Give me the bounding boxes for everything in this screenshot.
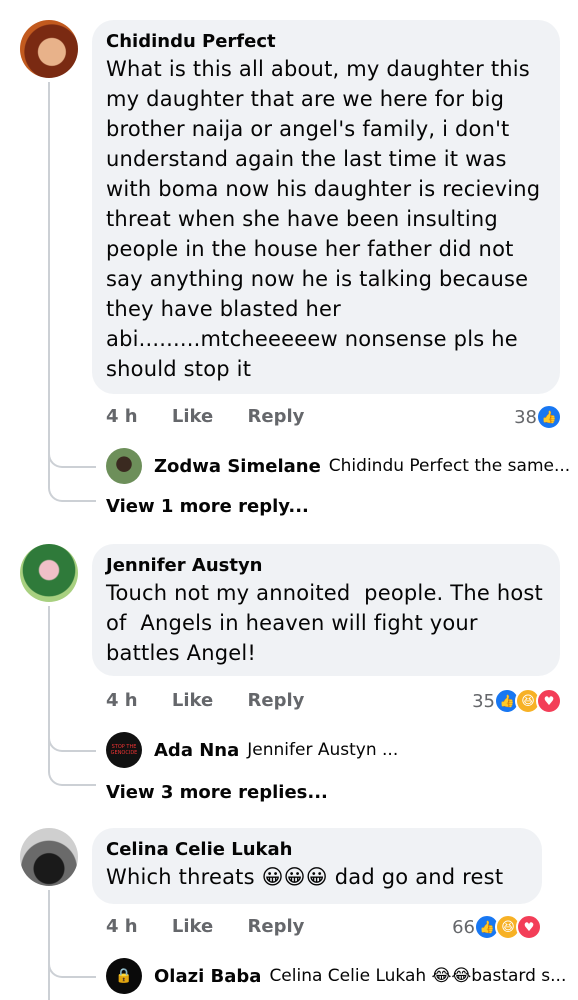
thread-line xyxy=(48,890,50,1000)
like-button[interactable]: Like xyxy=(172,406,213,427)
reply-author[interactable]: Zodwa Simelane xyxy=(154,456,321,477)
reply-button[interactable]: Reply xyxy=(248,916,305,937)
reply-connector xyxy=(48,958,96,978)
view-more-replies-link[interactable]: View 3 more replies... xyxy=(106,782,328,803)
timestamp[interactable]: 4 h xyxy=(106,916,138,937)
avatar[interactable] xyxy=(106,448,142,484)
reply-text: Jennifer Austyn ... xyxy=(247,740,399,760)
like-button[interactable]: Like xyxy=(172,916,213,937)
timestamp[interactable]: 4 h xyxy=(106,690,138,711)
like-button[interactable]: Like xyxy=(172,690,213,711)
reply-button[interactable]: Reply xyxy=(248,406,305,427)
comment-actions: 4 h Like Reply xyxy=(106,916,332,937)
comment-actions: 4 h Like Reply xyxy=(106,406,332,427)
avatar[interactable] xyxy=(20,828,78,886)
comment-bubble: Jennifer Austyn Touch not my annoited pe… xyxy=(92,544,560,676)
timestamp[interactable]: 4 h xyxy=(106,406,138,427)
avatar[interactable] xyxy=(20,544,78,602)
like-reaction-icon: 👍 xyxy=(536,404,562,430)
comment-text: Touch not my annoited people. The host o… xyxy=(106,581,543,665)
avatar[interactable]: STOP THE GENOCIDE xyxy=(106,732,142,768)
comment-author[interactable]: Celina Celie Lukah xyxy=(106,838,526,862)
reply-connector xyxy=(48,448,96,468)
love-reaction-icon: ♥ xyxy=(516,914,542,940)
reply-button[interactable]: Reply xyxy=(248,690,305,711)
love-reaction-icon: ♥ xyxy=(536,688,562,714)
avatar-text: STOP THE GENOCIDE xyxy=(110,744,138,756)
reaction-summary[interactable]: 38 👍 xyxy=(514,404,562,430)
lock-icon: 🔒 xyxy=(115,968,133,984)
reply-preview[interactable]: STOP THE GENOCIDE Ada Nna Jennifer Austy… xyxy=(106,732,398,768)
reply-text: Celina Celie Lukah 😂😂bastard s... xyxy=(269,966,567,986)
reply-author[interactable]: Ada Nna xyxy=(154,740,239,761)
reply-text: Chidindu Perfect the same... xyxy=(328,456,571,476)
comment-author[interactable]: Chidindu Perfect xyxy=(106,30,544,54)
reply-connector xyxy=(48,766,96,786)
comment-text: What is this all about, my daughter this… xyxy=(106,57,541,381)
reply-author[interactable]: Olazi Baba xyxy=(154,966,261,987)
reaction-count: 66 xyxy=(452,916,475,938)
thread-line xyxy=(48,82,50,482)
view-more-replies-link[interactable]: View 1 more reply... xyxy=(106,496,309,517)
comment-bubble: Celina Celie Lukah Which threats 😀😀😀 dad… xyxy=(92,828,542,904)
comment-author[interactable]: Jennifer Austyn xyxy=(106,554,544,578)
reaction-summary[interactable]: 35 👍 😆 ♥ xyxy=(472,688,562,714)
reaction-count: 38 xyxy=(514,406,537,428)
reply-preview[interactable]: 🔒 Olazi Baba Celina Celie Lukah 😂😂bastar… xyxy=(106,958,566,994)
avatar[interactable]: 🔒 xyxy=(106,958,142,994)
reaction-count: 35 xyxy=(472,690,495,712)
reply-preview[interactable]: Zodwa Simelane Chidindu Perfect the same… xyxy=(106,448,570,484)
avatar[interactable] xyxy=(20,20,78,78)
comment-bubble: Chidindu Perfect What is this all about,… xyxy=(92,20,560,394)
comment-text: Which threats 😀😀😀 dad go and rest xyxy=(106,865,504,889)
reply-connector xyxy=(48,732,96,752)
comment-actions: 4 h Like Reply xyxy=(106,690,332,711)
reply-connector xyxy=(48,482,96,502)
reaction-summary[interactable]: 66 👍 😆 ♥ xyxy=(452,914,542,940)
